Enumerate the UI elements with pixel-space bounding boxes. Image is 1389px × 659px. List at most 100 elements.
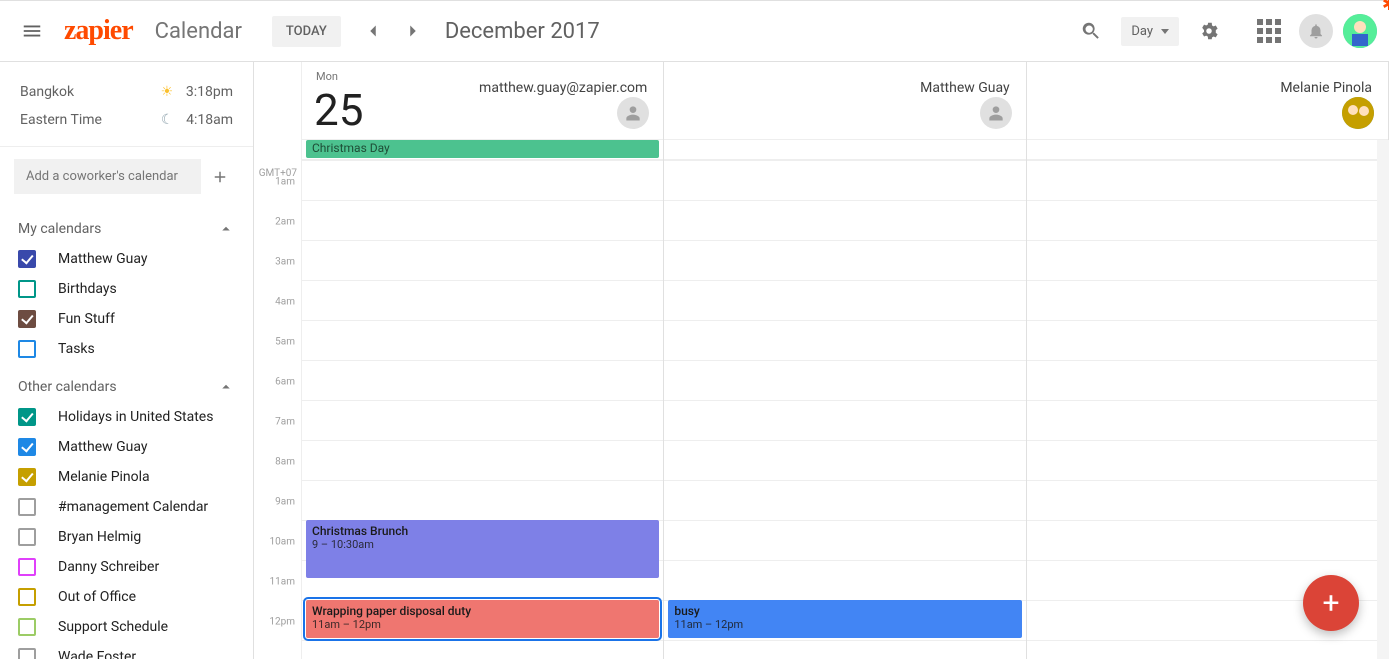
calendar-item[interactable]: Tasks bbox=[0, 334, 253, 364]
time-axis: GMT+07 1am2am3am4am5am6am7am8am9am10am11… bbox=[254, 62, 302, 659]
sun-icon: ☀ bbox=[158, 84, 176, 100]
hours-area[interactable] bbox=[1027, 160, 1388, 640]
calendar-item[interactable]: #management Calendar bbox=[0, 492, 253, 522]
clock-city: Eastern Time bbox=[20, 112, 102, 128]
other-calendars-heading[interactable]: Other calendars bbox=[0, 364, 253, 402]
scrollbar[interactable] bbox=[1377, 140, 1389, 659]
notifications-icon[interactable] bbox=[1299, 14, 1333, 48]
brand-logo[interactable]: zapier ✱ bbox=[64, 15, 133, 47]
create-event-button[interactable]: + bbox=[1303, 575, 1359, 631]
brand-star-icon: ✱ bbox=[1382, 0, 1389, 15]
calendar-checkbox[interactable] bbox=[18, 408, 36, 426]
calendar-event[interactable]: Wrapping paper disposal duty11am – 12pm bbox=[306, 600, 659, 638]
add-coworker-input[interactable]: Add a coworker's calendar bbox=[14, 159, 201, 194]
calendar-checkbox[interactable] bbox=[18, 498, 36, 516]
settings-icon[interactable] bbox=[1189, 11, 1229, 51]
calendar-item[interactable]: Melanie Pinola bbox=[0, 462, 253, 492]
clock-city: Bangkok bbox=[20, 84, 74, 100]
calendar-checkbox[interactable] bbox=[18, 340, 36, 358]
other-calendars-label: Other calendars bbox=[18, 379, 117, 395]
calendar-checkbox[interactable] bbox=[18, 250, 36, 268]
hour-label: 7am bbox=[275, 417, 295, 428]
calendar-label: Melanie Pinola bbox=[58, 469, 150, 485]
person-avatar[interactable] bbox=[980, 97, 1012, 129]
hour-label: 5am bbox=[275, 337, 295, 348]
calendar-label: Tasks bbox=[58, 341, 95, 357]
date-nav bbox=[353, 11, 433, 51]
view-selector[interactable]: Day bbox=[1121, 17, 1179, 46]
hour-label: 4am bbox=[275, 297, 295, 308]
event-time: 11am – 12pm bbox=[674, 618, 1015, 631]
calendar-item[interactable]: Out of Office bbox=[0, 582, 253, 612]
menu-icon[interactable] bbox=[8, 7, 56, 55]
hour-label: 12pm bbox=[269, 617, 295, 628]
person-avatar[interactable] bbox=[1342, 97, 1374, 129]
current-range-label: December 2017 bbox=[445, 19, 600, 44]
hour-label: 11am bbox=[270, 577, 295, 588]
calendar-checkbox[interactable] bbox=[18, 468, 36, 486]
allday-row[interactable] bbox=[1027, 140, 1388, 160]
calendar-grid: GMT+07 1am2am3am4am5am6am7am8am9am10am11… bbox=[254, 62, 1389, 659]
hours-area[interactable]: busy11am – 12pm bbox=[664, 160, 1025, 640]
prev-day-button[interactable] bbox=[353, 11, 393, 51]
date-number: 25 bbox=[314, 84, 363, 136]
next-day-button[interactable] bbox=[393, 11, 433, 51]
hour-label: 3am bbox=[275, 257, 295, 268]
calendar-item[interactable]: Holidays in United States bbox=[0, 402, 253, 432]
calendar-item[interactable]: Fun Stuff bbox=[0, 304, 253, 334]
calendar-checkbox[interactable] bbox=[18, 280, 36, 298]
calendar-item[interactable]: Matthew Guay bbox=[0, 432, 253, 462]
column-header: Mon25 matthew.guay@zapier.com bbox=[302, 62, 663, 140]
calendar-item[interactable]: Birthdays bbox=[0, 274, 253, 304]
calendar-label: Fun Stuff bbox=[58, 311, 115, 327]
calendar-checkbox[interactable] bbox=[18, 310, 36, 328]
app-title: Calendar bbox=[155, 19, 242, 44]
column-header: Matthew Guay bbox=[664, 62, 1025, 140]
calendar-checkbox[interactable] bbox=[18, 558, 36, 576]
add-calendar-icon[interactable] bbox=[201, 160, 239, 194]
weekday-label: Mon bbox=[316, 70, 338, 83]
search-icon[interactable] bbox=[1071, 11, 1111, 51]
calendar-label: Birthdays bbox=[58, 281, 117, 297]
person-name: matthew.guay@zapier.com bbox=[479, 80, 647, 96]
chevron-down-icon bbox=[1161, 29, 1169, 34]
brand-text: zapier bbox=[64, 15, 133, 47]
calendar-event[interactable]: Christmas Brunch9 – 10:30am bbox=[306, 520, 659, 578]
calendar-checkbox[interactable] bbox=[18, 588, 36, 606]
apps-grid-icon[interactable] bbox=[1249, 11, 1289, 51]
sidebar: Bangkok☀3:18pmEastern Time☾4:18am Add a … bbox=[0, 62, 254, 659]
calendar-item[interactable]: Bryan Helmig bbox=[0, 522, 253, 552]
calendar-label: Out of Office bbox=[58, 589, 136, 605]
calendar-checkbox[interactable] bbox=[18, 438, 36, 456]
hour-label: 2am bbox=[275, 217, 295, 228]
calendar-label: Wade Foster bbox=[58, 649, 136, 659]
today-button[interactable]: TODAY bbox=[272, 16, 341, 47]
world-clocks: Bangkok☀3:18pmEastern Time☾4:18am bbox=[0, 62, 253, 147]
chevron-up-icon bbox=[217, 378, 235, 396]
calendar-checkbox[interactable] bbox=[18, 618, 36, 636]
event-title: Christmas Brunch bbox=[312, 524, 653, 538]
calendar-checkbox[interactable] bbox=[18, 528, 36, 546]
person-column: Melanie Pinola bbox=[1027, 62, 1389, 659]
calendar-label: Bryan Helmig bbox=[58, 529, 141, 545]
allday-row[interactable]: Christmas Day bbox=[302, 140, 663, 160]
app-header: zapier ✱ Calendar TODAY December 2017 Da… bbox=[0, 0, 1389, 62]
clock-row: Eastern Time ☾ 4:18am bbox=[20, 106, 233, 134]
calendar-checkbox[interactable] bbox=[18, 648, 36, 659]
calendar-event[interactable]: busy11am – 12pm bbox=[668, 600, 1021, 638]
hours-area[interactable]: Christmas Brunch9 – 10:30am Wrapping pape… bbox=[302, 160, 663, 640]
allday-row[interactable] bbox=[664, 140, 1025, 160]
moon-icon: ☾ bbox=[158, 112, 176, 128]
calendar-item[interactable]: Danny Schreiber bbox=[0, 552, 253, 582]
profile-avatar[interactable] bbox=[1343, 14, 1377, 48]
allday-event[interactable]: Christmas Day bbox=[306, 140, 659, 158]
calendar-label: Support Schedule bbox=[58, 619, 168, 635]
hour-label: 8am bbox=[275, 457, 295, 468]
my-calendars-heading[interactable]: My calendars bbox=[0, 206, 253, 244]
hour-label: 9am bbox=[275, 497, 295, 508]
calendar-item[interactable]: Matthew Guay bbox=[0, 244, 253, 274]
person-avatar[interactable] bbox=[617, 97, 649, 129]
calendar-item[interactable]: Wade Foster bbox=[0, 642, 253, 659]
calendar-item[interactable]: Support Schedule bbox=[0, 612, 253, 642]
clock-time: 4:18am bbox=[186, 112, 233, 128]
